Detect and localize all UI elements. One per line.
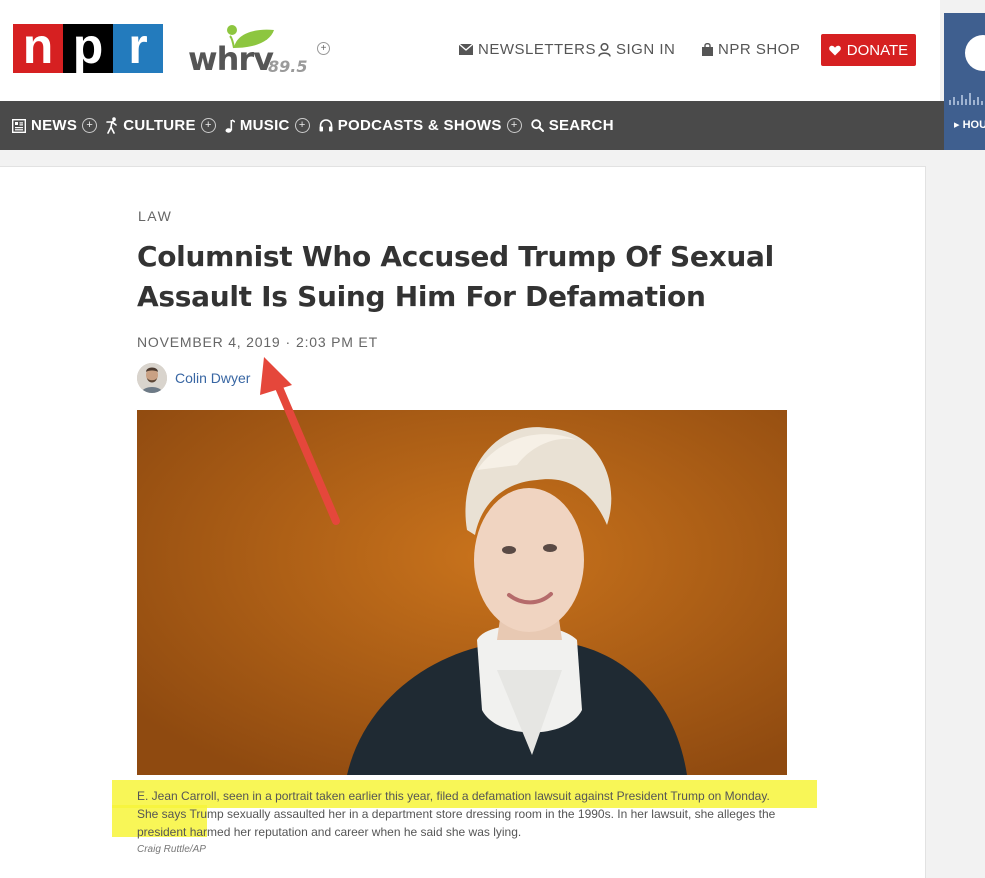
page: n p r whrv 89.5 + NEWSLETTERS SIGN IN NP… bbox=[0, 0, 985, 878]
donate-button[interactable]: DONATE bbox=[821, 34, 916, 66]
newsletters-link[interactable]: NEWSLETTERS bbox=[459, 41, 596, 58]
logo-letter-n: n bbox=[13, 21, 63, 73]
nav-music[interactable]: MUSIC + bbox=[225, 117, 310, 134]
nav-culture-label: CULTURE bbox=[123, 117, 196, 134]
music-note-icon bbox=[225, 118, 235, 133]
logo-letter-p: p bbox=[63, 21, 113, 73]
shopping-bag-icon bbox=[702, 43, 713, 56]
nav-podcasts-expand-icon[interactable]: + bbox=[506, 118, 522, 133]
envelope-icon bbox=[459, 44, 473, 55]
nav-search-label: SEARCH bbox=[548, 117, 614, 134]
nav-podcasts[interactable]: PODCASTS & SHOWS + bbox=[319, 117, 522, 134]
photo-caption: E. Jean Carroll, seen in a portrait take… bbox=[137, 789, 776, 839]
nav-news-label: NEWS bbox=[31, 117, 78, 134]
author-avatar[interactable] bbox=[137, 363, 167, 393]
article-byline: Colin Dwyer bbox=[137, 363, 250, 393]
nav-search[interactable]: SEARCH bbox=[530, 117, 614, 134]
site-header: n p r whrv 89.5 + NEWSLETTERS SIGN IN NP… bbox=[0, 0, 940, 101]
article-dateline: NOVEMBER 4, 2019 · 2:03 PM ET bbox=[137, 334, 378, 350]
search-icon bbox=[530, 119, 544, 132]
lead-photo bbox=[137, 410, 787, 775]
newsletters-label: NEWSLETTERS bbox=[478, 41, 597, 58]
station-frequency: 89.5 bbox=[268, 57, 308, 76]
station-logo[interactable]: whrv 89.5 bbox=[188, 24, 318, 80]
author-name-link[interactable]: Colin Dwyer bbox=[175, 370, 250, 386]
donate-label: DONATE bbox=[846, 41, 909, 59]
article-time: 2:03 PM ET bbox=[296, 334, 378, 350]
sign-in-label: SIGN IN bbox=[616, 41, 676, 58]
annotation-arrow-icon bbox=[260, 357, 340, 525]
player-label-text: HOU bbox=[962, 119, 985, 131]
nav-culture[interactable]: CULTURE + bbox=[106, 117, 216, 134]
sign-in-link[interactable]: SIGN IN bbox=[598, 41, 675, 58]
headphones-icon bbox=[319, 119, 333, 132]
station-add-icon[interactable]: + bbox=[317, 42, 330, 55]
player-label: ▸ HOU bbox=[954, 118, 985, 131]
npr-shop-label: NPR SHOP bbox=[718, 41, 801, 58]
npr-logo[interactable]: n p r bbox=[13, 21, 163, 73]
dancer-icon bbox=[106, 117, 118, 134]
photo-credit: Craig Ruttle/AP bbox=[137, 844, 206, 855]
npr-shop-link[interactable]: NPR SHOP bbox=[702, 41, 800, 58]
live-player[interactable]: ▸ HOU bbox=[944, 13, 985, 150]
heart-icon bbox=[828, 45, 841, 55]
play-icon[interactable] bbox=[965, 35, 985, 71]
article-headline: Columnist Who Accused Trump Of Sexual As… bbox=[137, 240, 774, 313]
nav-music-expand-icon[interactable]: + bbox=[294, 118, 310, 133]
nav-podcasts-label: PODCASTS & SHOWS bbox=[337, 117, 502, 134]
dateline-separator: · bbox=[285, 334, 291, 350]
article-date: NOVEMBER 4, 2019 bbox=[137, 334, 281, 350]
main-nav: NEWS + CULTURE + MUSIC + PODCASTS & SHOW… bbox=[0, 101, 944, 150]
logo-letter-r: r bbox=[113, 21, 163, 73]
newspaper-icon bbox=[12, 118, 26, 133]
article-slug[interactable]: LAW bbox=[138, 208, 172, 224]
nav-news-expand-icon[interactable]: + bbox=[82, 118, 98, 133]
user-icon bbox=[598, 42, 611, 57]
audio-wave-icon bbox=[949, 93, 983, 105]
nav-music-label: MUSIC bbox=[239, 117, 290, 134]
station-name: whrv bbox=[188, 40, 274, 78]
nav-culture-expand-icon[interactable]: + bbox=[200, 118, 216, 133]
nav-news[interactable]: NEWS + bbox=[12, 117, 98, 134]
